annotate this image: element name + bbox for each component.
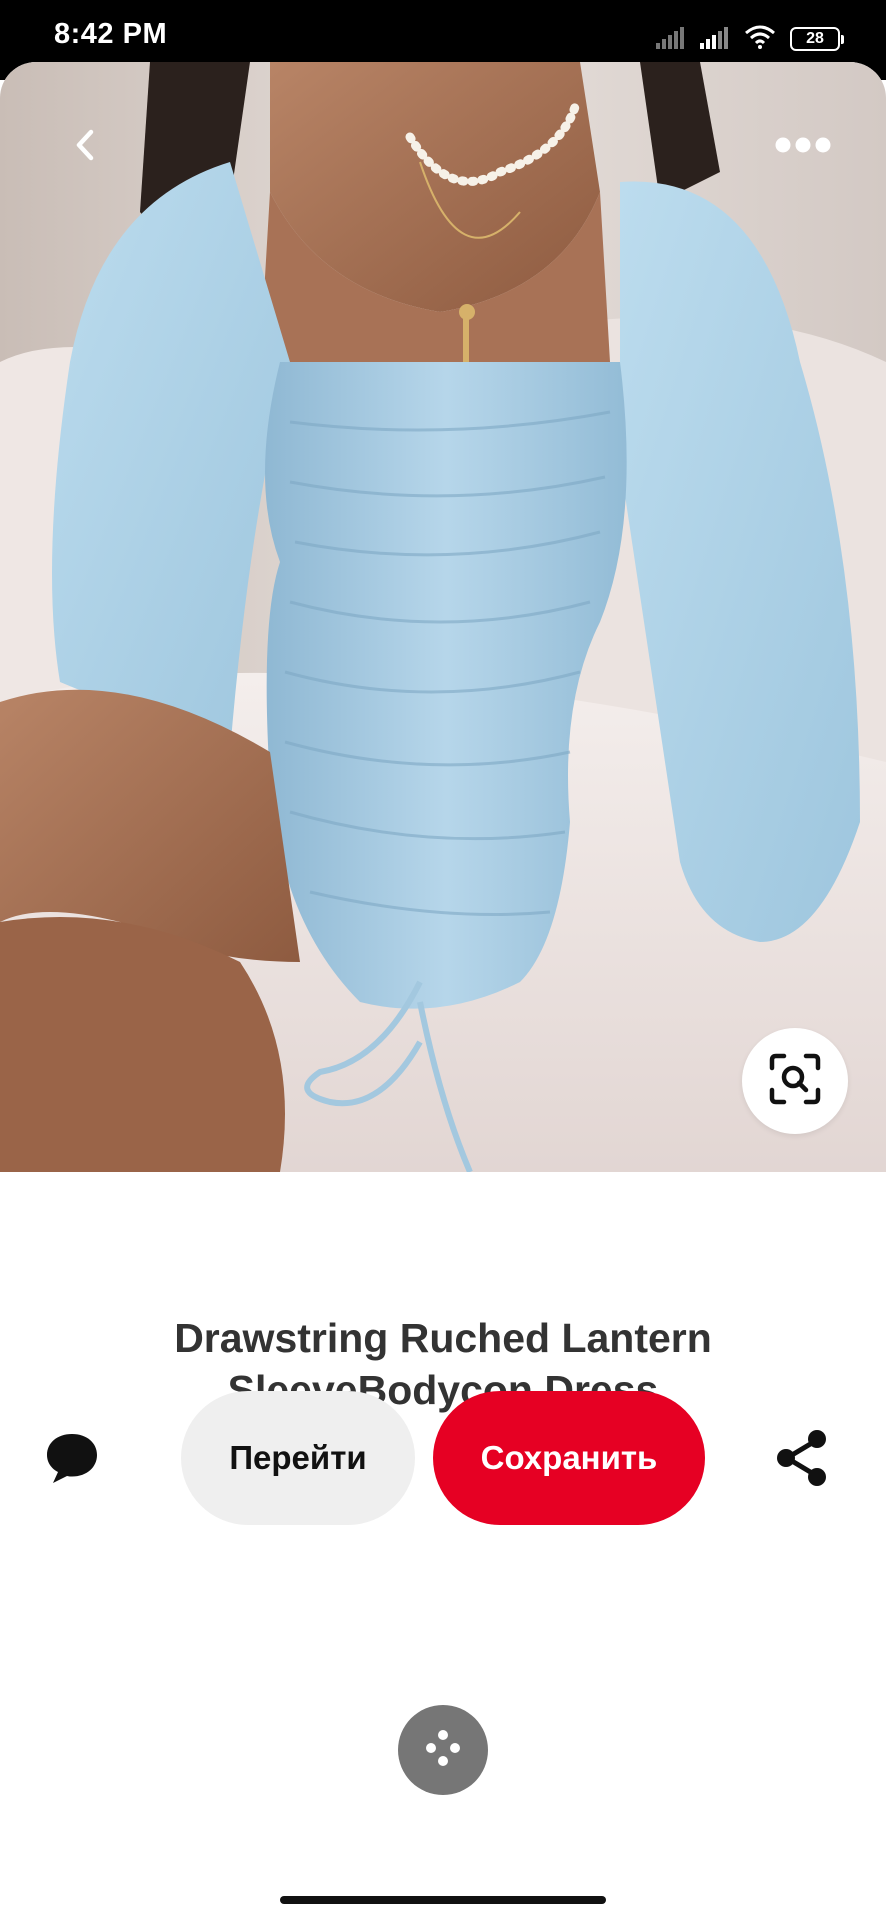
- pin-image[interactable]: [0, 62, 886, 1172]
- visual-search-button[interactable]: [742, 1028, 848, 1134]
- share-icon: [775, 1429, 829, 1492]
- more-horizontal-icon: [773, 135, 833, 160]
- back-button[interactable]: [55, 117, 115, 177]
- visual-search-icon: [768, 1052, 822, 1111]
- cell-signal-icon: [656, 25, 686, 54]
- comment-icon: [45, 1431, 99, 1490]
- more-options-button[interactable]: [768, 122, 838, 172]
- home-indicator[interactable]: [280, 1896, 606, 1904]
- visit-button[interactable]: Перейти: [181, 1391, 415, 1525]
- share-button[interactable]: [772, 1429, 832, 1492]
- save-button[interactable]: Сохранить: [433, 1391, 705, 1525]
- battery-icon: 28: [790, 27, 844, 51]
- chevron-left-icon: [71, 128, 99, 167]
- pin-card: Drawstring Ruched Lantern SleeveBodycon …: [0, 62, 886, 1632]
- comment-button[interactable]: [42, 1430, 102, 1490]
- wifi-icon: [744, 25, 776, 54]
- dots-cluster-icon: [421, 1726, 465, 1775]
- status-time: 8:42 PM: [54, 18, 168, 50]
- more-ideas-button[interactable]: [398, 1705, 488, 1795]
- cell-signal-icon: [700, 25, 730, 54]
- action-row: Перейти Сохранить: [0, 1390, 886, 1526]
- status-icons: 28: [656, 24, 844, 54]
- pin-title-line-1: Drawstring Ruched Lantern: [174, 1315, 712, 1361]
